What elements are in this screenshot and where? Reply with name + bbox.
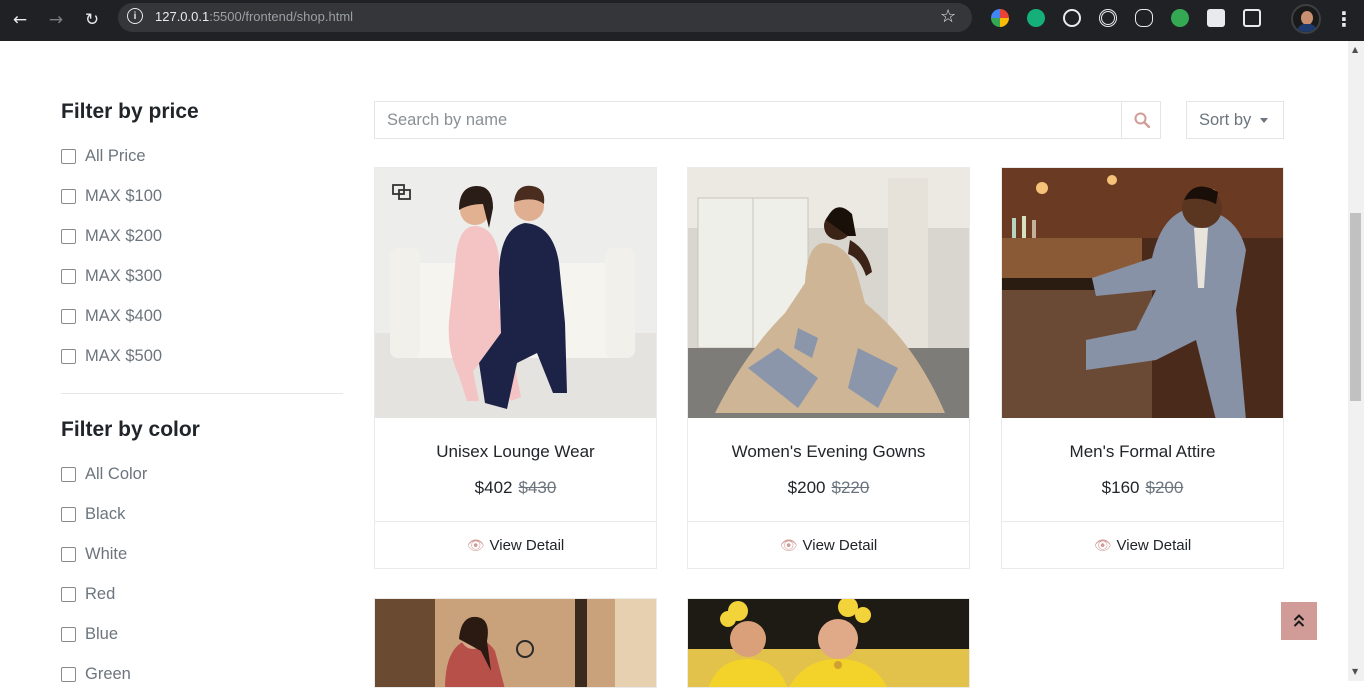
product-info: Women's Evening Gowns $200 $220 (688, 418, 969, 521)
checkbox[interactable] (61, 188, 76, 204)
divider (61, 393, 343, 394)
filter-price-title: Filter by price (61, 100, 199, 123)
product-card: Men's Formal Attire $160 $200 👁 View Deta… (1001, 167, 1284, 569)
search-input[interactable] (375, 102, 1121, 138)
product-image[interactable] (375, 599, 657, 688)
page-scrollbar[interactable]: ▲ ▼ (1348, 41, 1364, 681)
product-info: Men's Formal Attire $160 $200 (1002, 418, 1283, 521)
extension-icon[interactable] (1171, 9, 1189, 27)
extension-icon[interactable] (1207, 9, 1225, 27)
product-name[interactable]: Men's Formal Attire (1002, 442, 1283, 462)
price-row: $160 $200 (1002, 478, 1283, 498)
extensions-puzzle-icon[interactable] (1243, 9, 1261, 27)
checkbox[interactable] (61, 586, 76, 602)
filter-price-option[interactable]: MAX $300 (61, 256, 343, 296)
checkbox[interactable] (61, 348, 76, 364)
browser-menu-icon[interactable]: ⋮ (1334, 5, 1354, 33)
product-price: $200 (787, 478, 826, 497)
eye-icon: 👁 (1093, 536, 1112, 553)
filter-color-option[interactable]: Red (61, 574, 343, 614)
checkbox[interactable] (61, 626, 76, 642)
filter-color-title: Filter by color (61, 418, 200, 441)
scroll-up-arrow-icon[interactable]: ▲ (1352, 45, 1358, 54)
checkbox[interactable] (61, 148, 76, 164)
forward-button[interactable]: → (43, 7, 69, 33)
sort-label: Sort by (1199, 110, 1252, 129)
search-box (374, 101, 1161, 139)
eye-icon: 👁 (466, 536, 485, 553)
back-button[interactable]: ← (7, 7, 33, 33)
extension-icon[interactable] (991, 9, 1009, 27)
product-image[interactable] (1002, 168, 1283, 418)
product-name[interactable]: Unisex Lounge Wear (375, 442, 656, 462)
product-image[interactable] (688, 168, 969, 418)
product-name[interactable]: Women's Evening Gowns (688, 442, 969, 462)
checkbox[interactable] (61, 546, 76, 562)
checkbox[interactable] (61, 268, 76, 284)
scrollbar-thumb[interactable] (1350, 213, 1361, 401)
view-detail-button[interactable]: 👁 View Detail (375, 521, 656, 568)
sort-dropdown[interactable]: Sort by (1186, 101, 1284, 139)
double-chevron-up-icon (1293, 614, 1305, 627)
checkbox[interactable] (61, 506, 76, 522)
filter-color-option[interactable]: All Color (61, 454, 343, 494)
back-to-top-button[interactable] (1281, 602, 1317, 640)
product-old-price: $430 (518, 478, 557, 497)
filter-price-option[interactable]: MAX $200 (61, 216, 343, 256)
filter-sidebar: Filter by price All Price MAX $100 MAX $… (61, 96, 343, 694)
filter-color-option[interactable]: White (61, 534, 343, 574)
profile-avatar[interactable] (1291, 4, 1321, 34)
site-info-icon[interactable]: i (127, 8, 143, 24)
view-detail-label: View Detail (802, 536, 878, 554)
react-extension-icon[interactable] (1135, 9, 1153, 27)
product-old-price: $220 (831, 478, 870, 497)
product-card (374, 598, 657, 688)
eye-icon: 👁 (779, 536, 798, 553)
scroll-down-arrow-icon[interactable]: ▼ (1352, 667, 1358, 676)
bookmark-star-icon[interactable]: ☆ (940, 6, 956, 27)
filter-color-option[interactable]: Blue (61, 614, 343, 654)
filter-price-option[interactable]: MAX $500 (61, 336, 343, 376)
checkbox[interactable] (61, 228, 76, 244)
product-old-price: $200 (1145, 478, 1184, 497)
search-button[interactable] (1121, 102, 1161, 138)
checkbox[interactable] (61, 466, 76, 482)
product-image[interactable] (688, 599, 970, 688)
reload-button[interactable]: ↻ (79, 7, 105, 33)
checkbox[interactable] (61, 308, 76, 324)
product-card: Unisex Lounge Wear $402 $430 👁 View Detai… (374, 167, 657, 569)
product-card: Women's Evening Gowns $200 $220 👁 View De… (687, 167, 970, 569)
view-detail-label: View Detail (1116, 536, 1192, 554)
view-detail-button[interactable]: 👁 View Detail (1002, 521, 1283, 568)
price-row: $402 $430 (375, 478, 656, 498)
url-text[interactable]: 127.0.0.1:5500/frontend/shop.html (155, 9, 353, 24)
checkbox[interactable] (61, 666, 76, 682)
filter-price-option[interactable]: All Price (61, 136, 343, 176)
product-price: $402 (474, 478, 513, 497)
browser-toolbar: ← → ↻ i 127.0.0.1:5500/frontend/shop.htm… (0, 0, 1364, 41)
extension-icon[interactable] (1099, 9, 1117, 27)
product-image[interactable] (375, 168, 656, 418)
price-row: $200 $220 (688, 478, 969, 498)
product-card (687, 598, 970, 688)
filter-color-option[interactable]: Black (61, 494, 343, 534)
view-detail-label: View Detail (489, 536, 565, 554)
caret-down-icon (1260, 117, 1269, 123)
extension-icon[interactable] (1063, 9, 1081, 27)
filter-price-option[interactable]: MAX $400 (61, 296, 343, 336)
view-detail-button[interactable]: 👁 View Detail (688, 521, 969, 568)
product-price: $160 (1101, 478, 1140, 497)
product-info: Unisex Lounge Wear $402 $430 (375, 418, 656, 521)
filter-price-option[interactable]: MAX $100 (61, 176, 343, 216)
search-icon (1134, 112, 1150, 128)
multi-image-icon (392, 184, 411, 200)
filter-color-option[interactable]: Green (61, 654, 343, 694)
extension-icon[interactable] (1027, 9, 1045, 27)
